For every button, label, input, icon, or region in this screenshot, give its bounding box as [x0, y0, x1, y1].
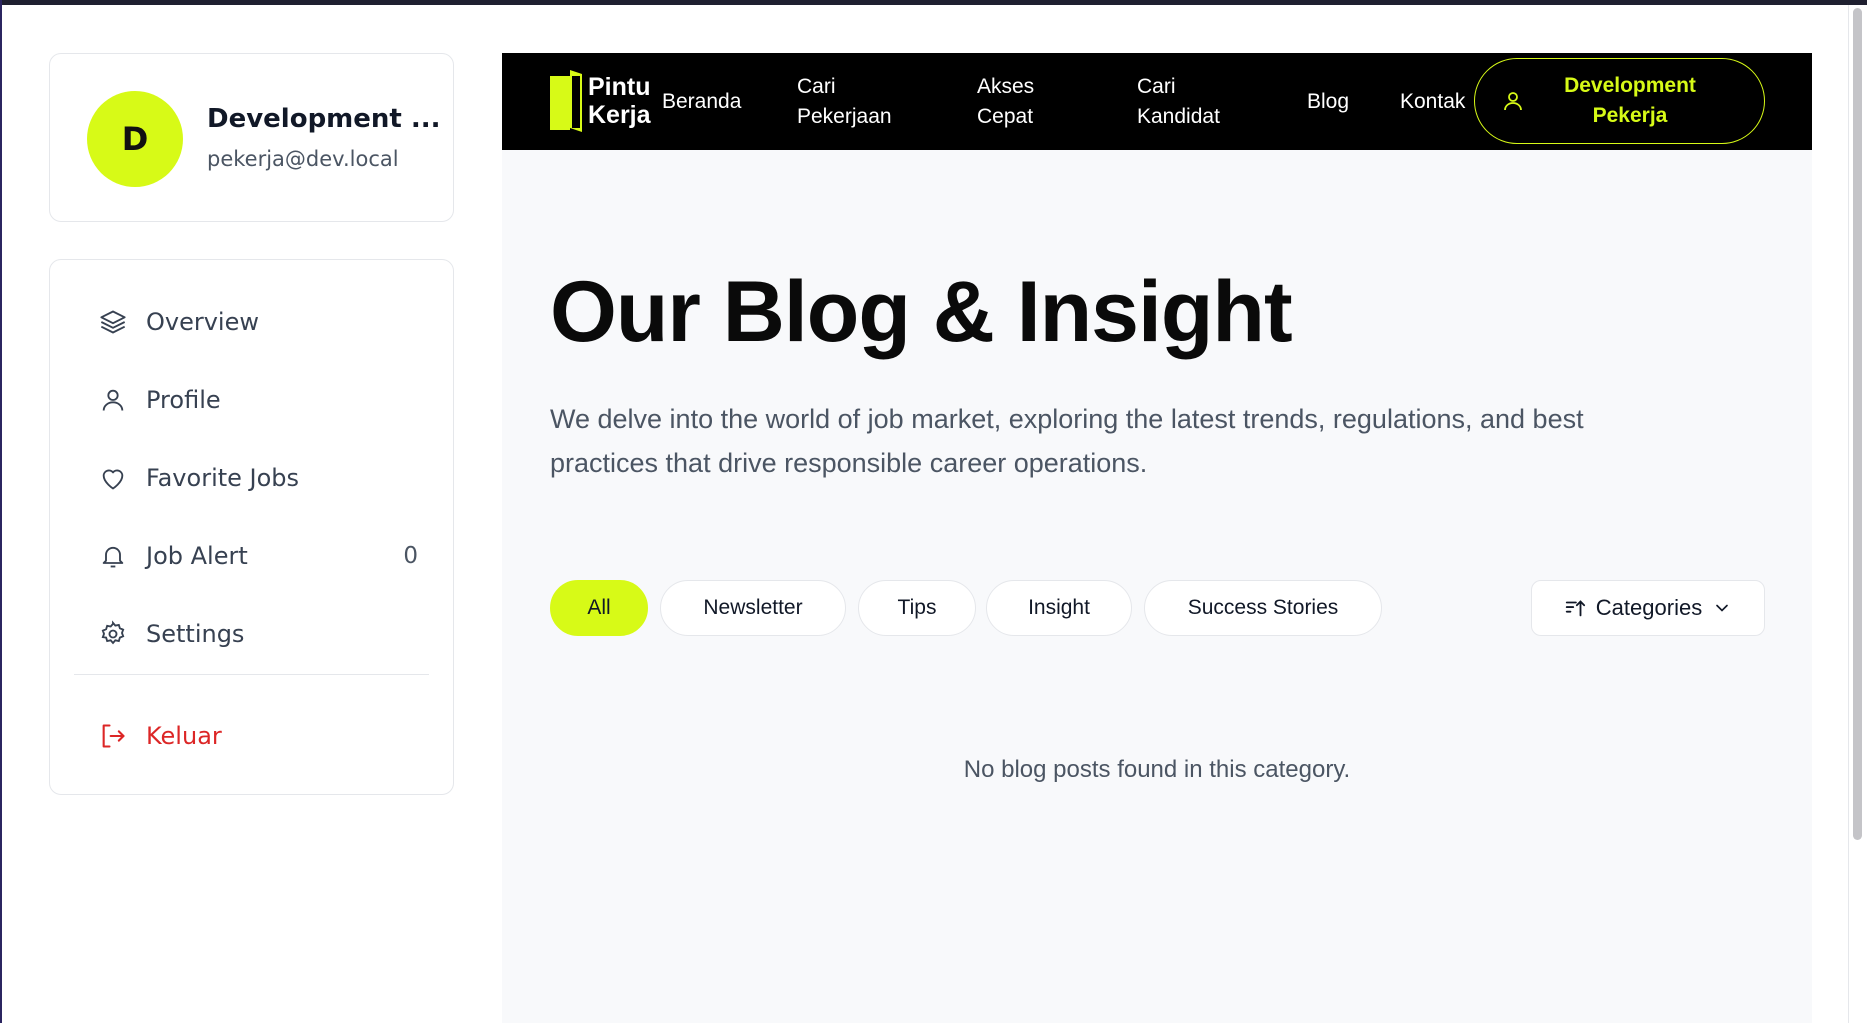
nav-link-beranda[interactable]: Beranda	[662, 87, 741, 117]
filter-tab-success-stories[interactable]: Success Stories	[1144, 580, 1382, 636]
sidebar-item-label: Profile	[146, 386, 221, 414]
layers-icon	[98, 307, 128, 337]
filter-tab-tips[interactable]: Tips	[858, 580, 976, 636]
sidebar-item-label: Favorite Jobs	[146, 464, 300, 492]
logo-text: Pintu Kerja	[588, 73, 651, 129]
logo[interactable]: Pintu Kerja	[550, 66, 662, 136]
user-icon	[1504, 92, 1522, 111]
profile-card: D Development ... pekerja@dev.local	[49, 53, 454, 222]
sort-icon	[1565, 600, 1585, 617]
profile-email: pekerja@dev.local	[207, 147, 399, 171]
nav-link-blog[interactable]: Blog	[1307, 87, 1349, 117]
bell-icon	[98, 541, 128, 571]
filter-tab-newsletter[interactable]: Newsletter	[660, 580, 846, 636]
scrollbar-thumb[interactable]	[1853, 8, 1862, 840]
sidebar-divider	[74, 674, 429, 675]
sidebar-item-label: Job Alert	[146, 542, 248, 570]
categories-label: Categories	[1595, 595, 1703, 620]
logout-button[interactable]: Keluar	[98, 716, 418, 756]
gear-icon	[98, 619, 128, 649]
sidebar-item-settings[interactable]: Settings	[98, 614, 418, 654]
window-top-border	[0, 0, 1867, 5]
main-panel: Pintu Kerja Beranda Cari Pekerjaan Akses…	[502, 53, 1812, 1023]
sidebar-menu: Overview Profile Favorite Jobs Job Alert…	[49, 259, 454, 795]
sidebar-item-label: Overview	[146, 308, 259, 336]
door-logo-icon	[550, 70, 582, 132]
nav-link-cari-pekerjaan[interactable]: Cari Pekerjaan	[797, 72, 917, 132]
job-alert-count: 0	[403, 543, 418, 569]
user-account-button[interactable]: Development Pekerja	[1474, 58, 1765, 144]
logout-icon	[98, 721, 128, 751]
navbar: Pintu Kerja Beranda Cari Pekerjaan Akses…	[502, 53, 1812, 150]
sidebar-item-label: Settings	[146, 620, 245, 648]
window-left-border	[0, 0, 2, 1023]
empty-state-message: No blog posts found in this category.	[963, 756, 1351, 783]
filter-tab-all[interactable]: All	[550, 580, 648, 636]
categories-dropdown[interactable]: Categories	[1531, 580, 1765, 636]
profile-name: Development ...	[207, 104, 441, 134]
sidebar-item-job-alert[interactable]: Job Alert 0	[98, 536, 418, 576]
sidebar-item-overview[interactable]: Overview	[98, 302, 418, 342]
nav-link-kontak[interactable]: Kontak	[1400, 87, 1465, 117]
page-description: We delve into the world of job market, e…	[550, 404, 1584, 478]
heart-icon	[98, 463, 128, 493]
sidebar-item-profile[interactable]: Profile	[98, 380, 418, 420]
avatar: D	[87, 91, 183, 187]
user-account-label: Development Pekerja	[1564, 74, 1696, 127]
filter-tab-insight[interactable]: Insight	[986, 580, 1132, 636]
nav-link-akses-cepat[interactable]: Akses Cepat	[977, 72, 1057, 132]
page-title: Our Blog & Insight	[550, 264, 1293, 360]
sidebar-item-favorite-jobs[interactable]: Favorite Jobs	[98, 458, 418, 498]
chevron-down-icon	[1716, 604, 1729, 612]
logout-label: Keluar	[146, 722, 222, 750]
nav-link-cari-kandidat[interactable]: Cari Kandidat	[1137, 72, 1237, 132]
user-icon	[98, 385, 128, 415]
